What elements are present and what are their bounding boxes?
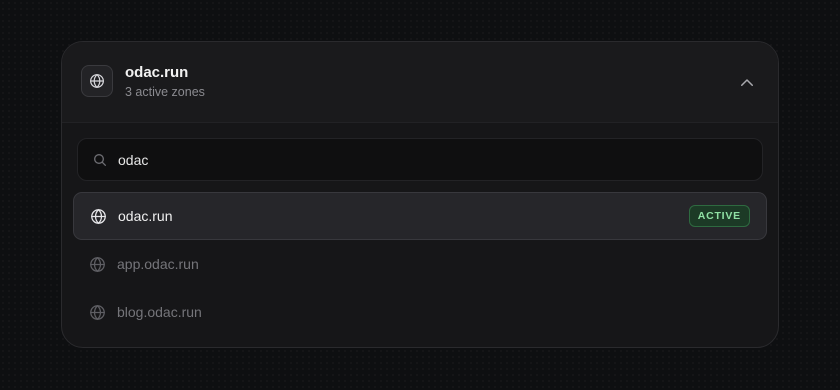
search-icon: [94, 154, 106, 166]
zone-search-box[interactable]: [77, 138, 763, 181]
zone-switcher-header[interactable]: odac.run 3 active zones: [62, 42, 778, 123]
list-item-label: odac.run: [118, 208, 173, 224]
globe-icon: [90, 73, 104, 89]
chevron-up-icon: [741, 79, 753, 86]
collapse-button[interactable]: [732, 68, 762, 98]
list-item-label: blog.odac.run: [117, 304, 202, 320]
zone-avatar: [81, 65, 113, 97]
status-badge: ACTIVE: [688, 205, 750, 227]
search-input[interactable]: [118, 139, 748, 180]
list-item-app-odac-run[interactable]: app.odac.run: [73, 241, 767, 289]
list-item-odac-run[interactable]: odac.run ACTIVE: [73, 192, 767, 240]
globe-icon: [90, 304, 105, 321]
list-item-blog-odac-run[interactable]: blog.odac.run: [73, 289, 767, 337]
zone-switcher-card: odac.run 3 active zones odac.run ACTIVE: [61, 41, 779, 348]
globe-icon: [90, 256, 105, 273]
list-item-label: app.odac.run: [117, 256, 199, 272]
zone-title: odac.run: [125, 64, 189, 81]
globe-icon: [91, 208, 106, 225]
zone-subtitle: 3 active zones: [125, 85, 205, 99]
